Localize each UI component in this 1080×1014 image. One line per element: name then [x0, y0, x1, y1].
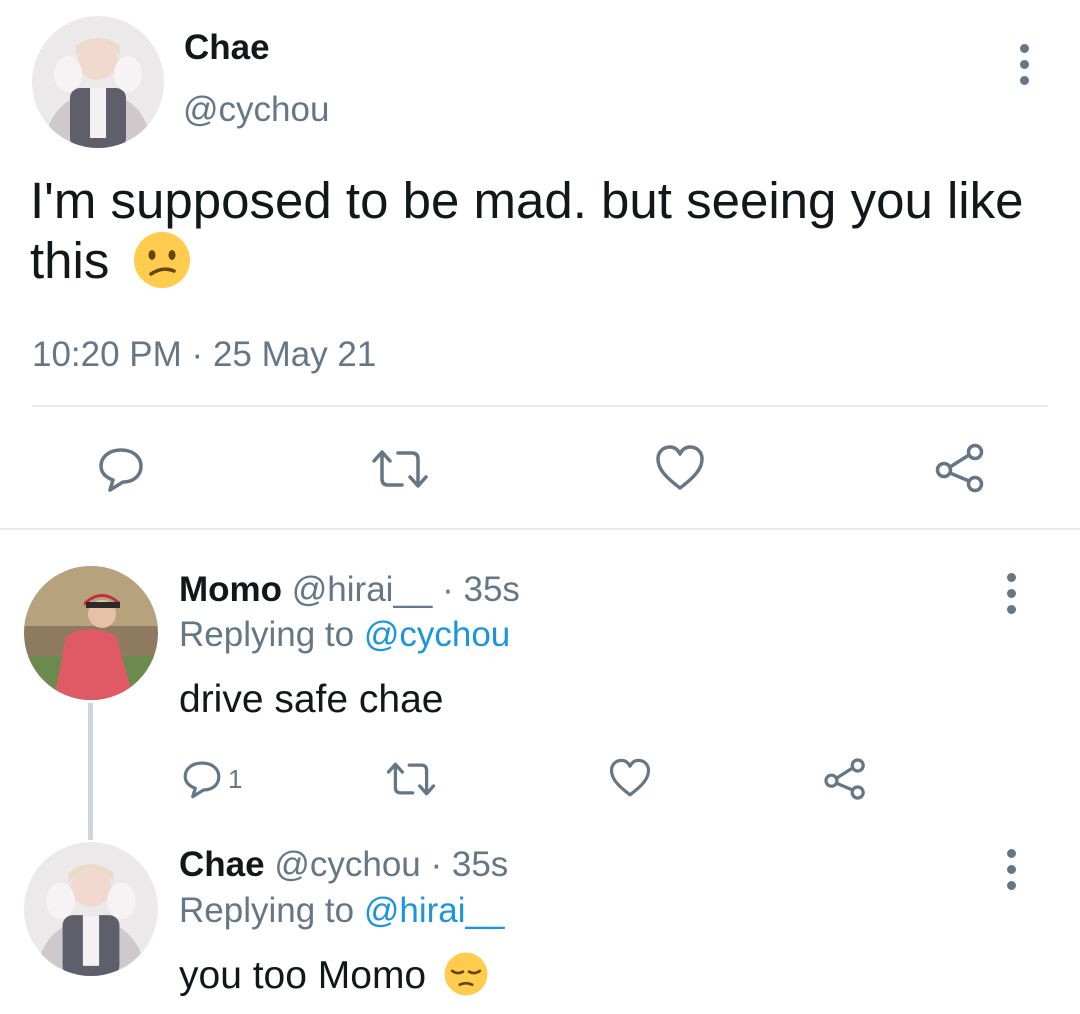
retweet-button[interactable] — [385, 759, 437, 799]
heart-icon — [609, 758, 651, 797]
reply-author-handle[interactable]: @cychou — [274, 845, 420, 884]
retweet-icon — [386, 762, 436, 796]
tweet-text: I'm supposed to be mad. but seeing you l… — [30, 171, 1030, 291]
reply-button[interactable] — [96, 444, 146, 494]
reply-text: drive safe chae — [179, 678, 444, 721]
timestamp-time: 10:20 PM — [32, 335, 182, 374]
share-button[interactable] — [823, 757, 867, 801]
divider — [32, 405, 1048, 407]
reply-button[interactable]: 1 — [180, 758, 242, 800]
reply-icon — [183, 761, 221, 799]
confused-face-icon — [133, 231, 190, 288]
more-options-icon[interactable] — [1005, 573, 1017, 614]
timestamp-separator: · — [191, 335, 204, 374]
share-icon — [935, 443, 984, 493]
heart-icon — [656, 445, 704, 490]
reply-author-name[interactable]: Chae — [179, 845, 265, 884]
section-divider — [0, 528, 1080, 530]
retweet-button[interactable] — [370, 447, 430, 491]
retweet-icon — [372, 450, 428, 488]
reply-author-name[interactable]: Momo — [179, 570, 282, 609]
replying-to-link[interactable]: @cychou — [364, 615, 510, 654]
replying-to-line: Replying to @hirai__ — [179, 891, 504, 931]
author-name[interactable]: Chae — [184, 28, 270, 68]
replying-to-line: Replying to @cychou — [179, 615, 510, 655]
replying-to-label: Replying to — [179, 891, 355, 930]
reply-header: Chae @cychou · 35s — [179, 845, 508, 885]
reply-icon — [99, 448, 143, 492]
like-button[interactable] — [654, 443, 706, 493]
reply-time: · 35s — [442, 570, 520, 609]
share-button[interactable] — [934, 442, 986, 494]
avatar-image — [32, 16, 164, 148]
more-options-icon[interactable] — [1005, 849, 1017, 890]
more-options-icon[interactable] — [1018, 44, 1030, 85]
avatar-image — [24, 842, 158, 976]
share-icon — [824, 758, 865, 800]
reply-avatar[interactable] — [24, 566, 158, 700]
reply-time: · 35s — [430, 845, 509, 884]
reply-author-handle[interactable]: @hirai__ — [292, 570, 433, 609]
reply-avatar[interactable] — [24, 842, 158, 976]
author-avatar[interactable] — [32, 16, 164, 148]
author-handle[interactable]: @cychou — [183, 90, 329, 130]
timestamp-date: 25 May 21 — [212, 335, 377, 374]
reply-header: Momo @hirai__ · 35s — [179, 570, 520, 610]
thread-line — [88, 703, 93, 840]
like-button[interactable] — [608, 757, 652, 799]
pensive-face-icon — [444, 952, 488, 996]
replying-to-label: Replying to — [179, 615, 355, 654]
reply-text: you too Momo — [179, 952, 489, 998]
reply-count: 1 — [228, 763, 243, 794]
avatar-image — [24, 566, 158, 700]
reply-text-content: you too Momo — [179, 954, 427, 997]
replying-to-link[interactable]: @hirai__ — [364, 891, 505, 930]
tweet-timestamp[interactable]: 10:20 PM · 25 May 21 — [32, 335, 376, 375]
